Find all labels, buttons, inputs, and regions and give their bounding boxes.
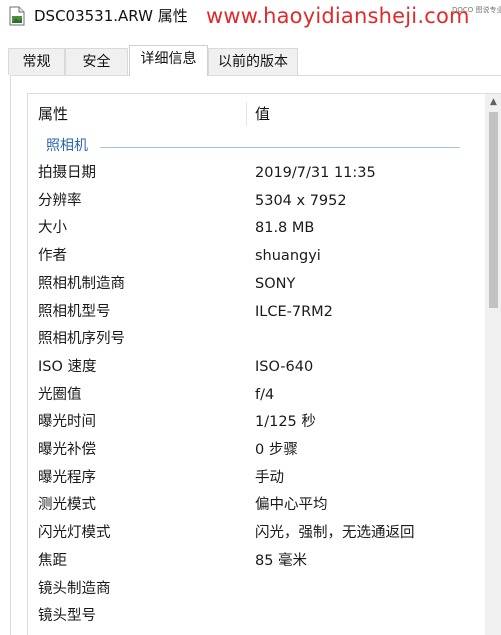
property-name: 照相机型号	[38, 303, 111, 320]
property-name: 曝光程序	[38, 469, 96, 486]
property-name: 作者	[38, 248, 67, 265]
property-name: 曝光时间	[38, 414, 96, 431]
table-row[interactable]: 照相机序列号	[28, 326, 470, 354]
property-name: 照相机序列号	[38, 331, 125, 348]
property-name: 拍摄日期	[38, 165, 96, 181]
property-value: 偏中心平均	[255, 497, 328, 514]
table-row[interactable]: 照相机制造商 SONY	[28, 271, 470, 299]
table-row[interactable]: 光圈值 f/4	[28, 382, 470, 410]
column-header-value[interactable]: 值	[255, 104, 270, 124]
property-name: 照相机制造商	[38, 275, 125, 292]
property-value: 1/125 秒	[255, 414, 316, 431]
table-row[interactable]: 照相机型号 ILCE-7RM2	[28, 299, 470, 327]
property-value: ILCE-7RM2	[255, 303, 333, 320]
file-icon	[9, 6, 25, 26]
table-row[interactable]: 拍摄日期 2019/7/31 11:35	[28, 160, 470, 188]
group-label: 照相机	[46, 138, 88, 154]
properties-window: DSC03531.ARW 属性 www.haoyidiansheji.com D…	[0, 0, 501, 635]
table-row[interactable]: 镜头型号	[28, 603, 470, 631]
column-divider[interactable]	[246, 102, 247, 126]
property-name: 镜头型号	[38, 608, 96, 625]
property-name: 镜头制造商	[38, 580, 111, 597]
table-row[interactable]: 曝光补偿 0 步骤	[28, 437, 470, 465]
property-name: 分辨率	[38, 192, 82, 209]
property-name: 焦距	[38, 552, 67, 569]
scroll-up-arrow-icon[interactable]: ▲	[485, 94, 501, 111]
table-row[interactable]: 分辨率 5304 x 7952	[28, 188, 470, 216]
group-divider	[100, 147, 460, 148]
property-value: ISO-640	[255, 358, 314, 375]
property-value: 手动	[255, 469, 284, 486]
table-row[interactable]: 曝光时间 1/125 秒	[28, 409, 470, 437]
property-value: shuangyi	[255, 248, 321, 265]
tab-bar: 常规 安全 详细信息 以前的版本	[0, 45, 501, 76]
tab-security[interactable]: 安全	[65, 48, 128, 75]
property-value: SONY	[255, 275, 296, 292]
property-value: 85 毫米	[255, 552, 308, 569]
tab-general[interactable]: 常规	[8, 48, 65, 75]
tab-previous-versions[interactable]: 以前的版本	[208, 48, 298, 75]
list-header: 属性 值	[28, 94, 470, 134]
vertical-scrollbar[interactable]: ▲	[485, 94, 501, 635]
table-row[interactable]: 镜头制造商	[28, 576, 470, 604]
table-row[interactable]: 大小 81.8 MB	[28, 215, 470, 243]
window-title: DSC03531.ARW 属性	[34, 7, 188, 25]
property-name: 曝光补偿	[38, 442, 96, 458]
table-row[interactable]: 曝光程序 手动	[28, 465, 470, 493]
group-header-camera[interactable]: 照相机	[28, 136, 470, 158]
property-value: 闪光，强制，无选通返回	[255, 525, 415, 542]
table-row[interactable]: ISO 速度 ISO-640	[28, 354, 470, 382]
table-row[interactable]: 测光模式 偏中心平均	[28, 492, 470, 520]
table-row[interactable]: 作者 shuangyi	[28, 243, 470, 271]
property-name: ISO 速度	[38, 358, 97, 375]
property-name: 测光模式	[38, 497, 96, 514]
property-name: 光圈值	[38, 386, 82, 403]
details-panel: 属性 值 照相机 拍摄日期 2019/7/31 11:35 分辨率 5304 x…	[10, 75, 501, 635]
table-row[interactable]: 焦距 85 毫米	[28, 548, 470, 576]
property-value: f/4	[255, 386, 275, 403]
column-header-property[interactable]: 属性	[38, 104, 68, 124]
watermark-text: www.haoyidiansheji.com	[206, 4, 470, 28]
property-value: 5304 x 7952	[255, 192, 347, 209]
scroll-thumb[interactable]	[489, 112, 498, 308]
property-name: 闪光灯模式	[38, 525, 111, 542]
details-list[interactable]: 属性 值 照相机 拍摄日期 2019/7/31 11:35 分辨率 5304 x…	[27, 93, 501, 635]
watermark-badge: DOCO 图说专业	[452, 6, 501, 14]
table-row[interactable]: 闪光灯模式 闪光，强制，无选通返回	[28, 520, 470, 548]
tab-details[interactable]: 详细信息	[129, 45, 208, 76]
title-bar: DSC03531.ARW 属性 www.haoyidiansheji.com D…	[0, 0, 501, 34]
property-value: 2019/7/31 11:35	[255, 165, 376, 181]
property-name: 大小	[38, 220, 67, 237]
property-value: 0 步骤	[255, 442, 298, 458]
property-value: 81.8 MB	[255, 220, 315, 237]
